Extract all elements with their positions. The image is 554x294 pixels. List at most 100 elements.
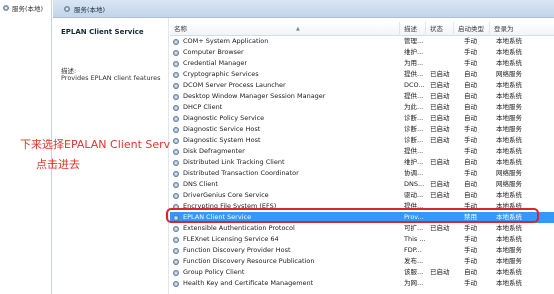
- service-name: DHCP Client: [183, 103, 223, 111]
- service-status-cell: 已启动: [430, 136, 450, 144]
- service-name-cell: DriverGenius Core Service: [170, 190, 400, 201]
- service-description-cell: 发布...: [404, 257, 424, 265]
- service-description-cell: 提供...: [404, 92, 424, 100]
- service-name-cell: Computer Browser: [170, 47, 400, 58]
- table-row[interactable]: Diagnostic Service Host 诊断... 已启动 手动 本地服务: [170, 124, 554, 135]
- service-gear-icon: [173, 280, 179, 287]
- service-name: DriverGenius Core Service: [183, 191, 269, 199]
- table-row[interactable]: Distributed Transaction Coordinator 协调...…: [170, 168, 554, 179]
- service-log-on-as-cell: 本地系统: [496, 48, 522, 56]
- table-row[interactable]: Credential Manager 为用... 手动 本地系统: [170, 58, 554, 69]
- service-name: Desktop Window Manager Session Manager: [183, 92, 326, 100]
- service-gear-icon: [173, 170, 179, 177]
- service-log-on-as-cell: 本地系统: [496, 81, 522, 89]
- table-row[interactable]: Computer Browser 维护... 手动 本地系统: [170, 47, 554, 58]
- service-status-cell: [426, 245, 454, 256]
- table-row[interactable]: Extensible Authentication Protocol 可扩... 已…: [170, 223, 554, 234]
- service-name-cell: Function Discovery Resource Publication: [170, 256, 400, 267]
- service-status-cell: [426, 47, 454, 58]
- service-name: Computer Browser: [183, 48, 244, 56]
- service-description-cell: 诊断...: [404, 114, 424, 122]
- service-log-on-as-cell: 网络服务: [496, 180, 522, 188]
- service-description-cell: 为用...: [404, 59, 424, 67]
- service-name: DNS Client: [183, 180, 218, 188]
- service-gear-icon: [173, 159, 179, 166]
- table-row[interactable]: DriverGenius Core Service 驱动... 已启动 自动 本地系统: [170, 190, 554, 201]
- service-name: Group Policy Client: [183, 268, 245, 276]
- service-gear-icon: [173, 148, 179, 155]
- service-name-cell: DHCP Client: [170, 102, 400, 113]
- table-row[interactable]: DCOM Server Process Launcher DCO... 已启动 自动 本…: [170, 80, 554, 91]
- column-header-description[interactable]: 描述: [400, 22, 426, 36]
- annotation-instruction: 下来选择EPALAN Client Service: [20, 138, 187, 151]
- table-row[interactable]: Function Discovery Provider Host FDP... 手动…: [170, 245, 554, 256]
- service-startup-type-cell: 手动: [464, 136, 477, 144]
- service-status-cell: [426, 278, 454, 289]
- service-name: Disk Defragmenter: [183, 147, 245, 155]
- service-status-cell: 已启动: [430, 224, 450, 232]
- table-row[interactable]: Group Policy Client 该服... 已启动 自动 本地系统: [170, 267, 554, 278]
- table-row[interactable]: Distributed Link Tracking Client 维护... 已启动…: [170, 157, 554, 168]
- table-row[interactable]: Diagnostic Policy Service 诊断... 已启动 自动 本地服务: [170, 113, 554, 124]
- service-startup-type-cell: 手动: [464, 246, 477, 254]
- pane-header-title: 服务(本地): [74, 6, 106, 14]
- table-row[interactable]: Function Discovery Resource Publication 发…: [170, 256, 554, 267]
- service-gear-icon: [173, 71, 179, 78]
- service-log-on-as-cell: 本地服务: [496, 125, 522, 133]
- table-row[interactable]: Health Key and Certificate Management 为网.…: [170, 278, 554, 289]
- service-status-cell: 已启动: [430, 103, 450, 111]
- table-row[interactable]: Cryptographic Services 提供... 已启动 自动 网络服务: [170, 69, 554, 80]
- service-log-on-as-cell: 网络服务: [496, 169, 522, 177]
- service-log-on-as-cell: 本地服务: [496, 114, 522, 122]
- service-log-on-as-cell: 本地系统: [496, 279, 522, 287]
- table-row[interactable]: Diagnostic System Host 诊断... 已启动 手动 本地系统: [170, 135, 554, 146]
- service-log-on-as-cell: 本地系统: [496, 37, 522, 45]
- service-description-cell: 协调...: [404, 169, 424, 177]
- table-row[interactable]: FLEXnet Licensing Service 64 This ... 手动 本地…: [170, 234, 554, 245]
- service-status-cell: [426, 256, 454, 267]
- table-row[interactable]: COM+ System Application 管理... 手动 本地系统: [170, 36, 554, 47]
- service-name: Function Discovery Provider Host: [183, 246, 291, 254]
- service-log-on-as-cell: 本地系统: [496, 92, 522, 100]
- column-header-name-label: 名称: [174, 25, 187, 33]
- service-log-on-as-cell: 本地系统: [496, 224, 522, 232]
- service-startup-type-cell: 自动: [464, 191, 477, 199]
- service-name-cell: Function Discovery Provider Host: [170, 245, 400, 256]
- service-status-cell: 已启动: [430, 191, 450, 199]
- service-gear-icon: [173, 93, 179, 100]
- service-log-on-as-cell: 本地服务: [496, 246, 522, 254]
- column-header-status[interactable]: 状态: [426, 22, 454, 36]
- service-gear-icon: [173, 82, 179, 89]
- service-description-cell: 该服...: [404, 268, 424, 276]
- service-description-cell: 提供...: [404, 147, 424, 155]
- service-status-cell: 已启动: [430, 125, 450, 133]
- service-gear-icon: [173, 269, 179, 276]
- table-row[interactable]: DHCP Client 为此... 已启动 自动 本地服务: [170, 102, 554, 113]
- column-header-name[interactable]: 名称 ▲: [170, 22, 400, 36]
- service-startup-type-cell: 自动: [464, 268, 477, 276]
- service-status-cell: [426, 234, 454, 245]
- service-gear-icon: [173, 115, 179, 122]
- tree-node-services-local[interactable]: 服务(本地): [2, 3, 43, 13]
- service-description-cell: 为此...: [404, 103, 424, 111]
- service-name-cell: DNS Client: [170, 179, 400, 190]
- service-name-cell: Credential Manager: [170, 58, 400, 69]
- column-header-startup-type[interactable]: 启动类型: [454, 22, 490, 36]
- service-description-cell: 诊断...: [404, 125, 424, 133]
- column-header-log-on-as[interactable]: 登录为: [490, 22, 554, 36]
- table-row[interactable]: Disk Defragmenter 提供... 手动 本地系统: [170, 146, 554, 157]
- service-startup-type-cell: 手动: [464, 257, 477, 265]
- service-name: DCOM Server Process Launcher: [183, 81, 286, 89]
- service-name-cell: Disk Defragmenter: [170, 146, 400, 157]
- service-log-on-as-cell: 本地服务: [496, 103, 522, 111]
- service-gear-icon: [173, 38, 179, 45]
- service-status-cell: [426, 168, 454, 179]
- table-row[interactable]: DNS Client DNS... 已启动 自动 网络服务: [170, 179, 554, 190]
- service-status-cell: 已启动: [430, 180, 450, 188]
- service-log-on-as-cell: 本地系统: [496, 158, 522, 166]
- service-log-on-as-cell: 本地系统: [496, 268, 522, 276]
- service-name-cell: Cryptographic Services: [170, 69, 400, 80]
- service-name: Extensible Authentication Protocol: [183, 224, 295, 232]
- service-details-title: EPLAN Client Service: [61, 28, 144, 36]
- table-row[interactable]: Desktop Window Manager Session Manager 提供…: [170, 91, 554, 102]
